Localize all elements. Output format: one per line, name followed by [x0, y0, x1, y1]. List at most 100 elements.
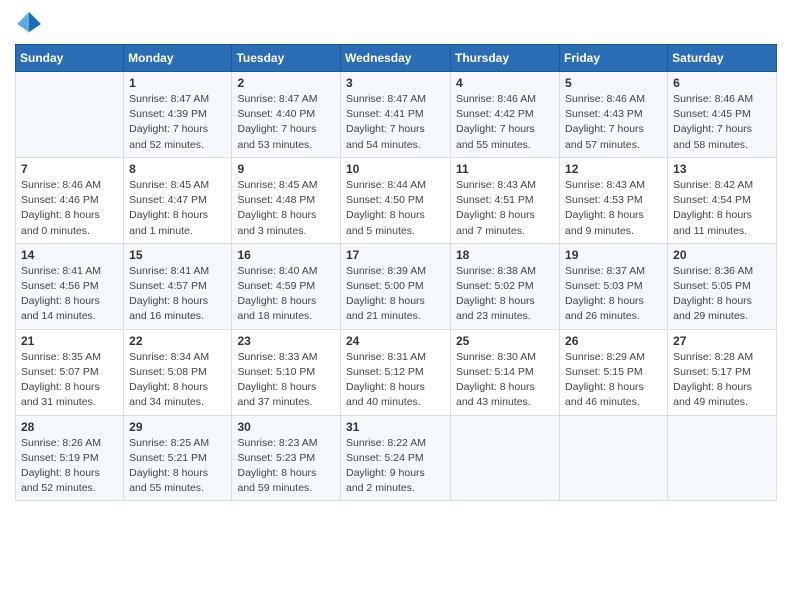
- day-info: Sunrise: 8:46 AM Sunset: 4:45 PM Dayligh…: [673, 92, 771, 153]
- day-number: 22: [129, 334, 226, 348]
- calendar-cell: 9 Sunrise: 8:45 AM Sunset: 4:48 PM Daylig…: [232, 157, 341, 243]
- calendar-cell: 2 Sunrise: 8:47 AM Sunset: 4:40 PM Daylig…: [232, 72, 341, 158]
- calendar-cell: 30Sunrise: 8:23 AM Sunset: 5:23 PM Dayli…: [232, 415, 341, 501]
- day-number: 7: [21, 162, 118, 176]
- day-info: Sunrise: 8:39 AM Sunset: 5:00 PM Dayligh…: [346, 264, 445, 325]
- calendar-cell: [560, 415, 668, 501]
- logo-icon: [15, 10, 43, 38]
- day-info: Sunrise: 8:45 AM Sunset: 4:48 PM Dayligh…: [237, 178, 335, 239]
- day-number: 13: [673, 162, 771, 176]
- weekday-header-thursday: Thursday: [451, 45, 560, 72]
- calendar-cell: 13 Sunrise: 8:42 AM Sunset: 4:54 PM Dayli…: [668, 157, 777, 243]
- day-info: Sunrise: 8:25 AM Sunset: 5:21 PM Dayligh…: [129, 436, 226, 497]
- calendar-cell: 16 Sunrise: 8:40 AM Sunset: 4:59 PM Dayli…: [232, 243, 341, 329]
- day-number: 19: [565, 248, 662, 262]
- day-info: Sunrise: 8:45 AM Sunset: 4:47 PM Dayligh…: [129, 178, 226, 239]
- day-number: 4: [456, 76, 554, 90]
- day-number: 10: [346, 162, 445, 176]
- calendar-cell: 18 Sunrise: 8:38 AM Sunset: 5:02 PM Dayli…: [451, 243, 560, 329]
- week-row-5: 28 Sunrise: 8:26 AM Sunset: 5:19 PM Dayli…: [16, 415, 777, 501]
- day-number: 25: [456, 334, 554, 348]
- weekday-header-monday: Monday: [124, 45, 232, 72]
- calendar-cell: 24 Sunrise: 8:31 AM Sunset: 5:12 PM Dayli…: [341, 329, 451, 415]
- calendar-cell: 8 Sunrise: 8:45 AM Sunset: 4:47 PM Daylig…: [124, 157, 232, 243]
- day-info: Sunrise: 8:31 AM Sunset: 5:12 PM Dayligh…: [346, 350, 445, 411]
- calendar-cell: 11 Sunrise: 8:43 AM Sunset: 4:51 PM Dayli…: [451, 157, 560, 243]
- day-number: 11: [456, 162, 554, 176]
- calendar-cell: 20 Sunrise: 8:36 AM Sunset: 5:05 PM Dayli…: [668, 243, 777, 329]
- day-number: 29: [129, 420, 226, 434]
- day-info: Sunrise: 8:46 AM Sunset: 4:43 PM Dayligh…: [565, 92, 662, 153]
- calendar-cell: 1Sunrise: 8:47 AM Sunset: 4:39 PM Daylig…: [124, 72, 232, 158]
- day-info: Sunrise: 8:43 AM Sunset: 4:53 PM Dayligh…: [565, 178, 662, 239]
- day-info: Sunrise: 8:28 AM Sunset: 5:17 PM Dayligh…: [673, 350, 771, 411]
- calendar-cell: 12 Sunrise: 8:43 AM Sunset: 4:53 PM Dayli…: [560, 157, 668, 243]
- day-number: 5: [565, 76, 662, 90]
- day-info: Sunrise: 8:34 AM Sunset: 5:08 PM Dayligh…: [129, 350, 226, 411]
- week-row-1: 1Sunrise: 8:47 AM Sunset: 4:39 PM Daylig…: [16, 72, 777, 158]
- calendar-cell: 3Sunrise: 8:47 AM Sunset: 4:41 PM Daylig…: [341, 72, 451, 158]
- header: [15, 10, 777, 38]
- weekday-header-sunday: Sunday: [16, 45, 124, 72]
- weekday-header-saturday: Saturday: [668, 45, 777, 72]
- calendar-cell: [451, 415, 560, 501]
- calendar-cell: 25Sunrise: 8:30 AM Sunset: 5:14 PM Dayli…: [451, 329, 560, 415]
- day-number: 31: [346, 420, 445, 434]
- week-row-4: 21 Sunrise: 8:35 AM Sunset: 5:07 PM Dayli…: [16, 329, 777, 415]
- calendar-cell: 21 Sunrise: 8:35 AM Sunset: 5:07 PM Dayli…: [16, 329, 124, 415]
- calendar-cell: 26Sunrise: 8:29 AM Sunset: 5:15 PM Dayli…: [560, 329, 668, 415]
- calendar-cell: 6 Sunrise: 8:46 AM Sunset: 4:45 PM Daylig…: [668, 72, 777, 158]
- calendar-cell: 28 Sunrise: 8:26 AM Sunset: 5:19 PM Dayli…: [16, 415, 124, 501]
- calendar-cell: 29 Sunrise: 8:25 AM Sunset: 5:21 PM Dayli…: [124, 415, 232, 501]
- day-number: 9: [237, 162, 335, 176]
- day-info: Sunrise: 8:46 AM Sunset: 4:46 PM Dayligh…: [21, 178, 118, 239]
- day-number: 6: [673, 76, 771, 90]
- calendar-table: SundayMondayTuesdayWednesdayThursdayFrid…: [15, 44, 777, 501]
- calendar-cell: 5 Sunrise: 8:46 AM Sunset: 4:43 PM Daylig…: [560, 72, 668, 158]
- day-number: 24: [346, 334, 445, 348]
- calendar-cell: 10 Sunrise: 8:44 AM Sunset: 4:50 PM Dayli…: [341, 157, 451, 243]
- day-info: Sunrise: 8:23 AM Sunset: 5:23 PM Dayligh…: [237, 436, 335, 497]
- day-number: 2: [237, 76, 335, 90]
- weekday-header-tuesday: Tuesday: [232, 45, 341, 72]
- day-info: Sunrise: 8:41 AM Sunset: 4:57 PM Dayligh…: [129, 264, 226, 325]
- day-number: 28: [21, 420, 118, 434]
- day-number: 14: [21, 248, 118, 262]
- day-info: Sunrise: 8:43 AM Sunset: 4:51 PM Dayligh…: [456, 178, 554, 239]
- calendar-cell: 7 Sunrise: 8:46 AM Sunset: 4:46 PM Daylig…: [16, 157, 124, 243]
- day-info: Sunrise: 8:40 AM Sunset: 4:59 PM Dayligh…: [237, 264, 335, 325]
- day-info: Sunrise: 8:47 AM Sunset: 4:41 PM Dayligh…: [346, 92, 445, 153]
- day-info: Sunrise: 8:42 AM Sunset: 4:54 PM Dayligh…: [673, 178, 771, 239]
- day-info: Sunrise: 8:38 AM Sunset: 5:02 PM Dayligh…: [456, 264, 554, 325]
- day-number: 23: [237, 334, 335, 348]
- day-info: Sunrise: 8:26 AM Sunset: 5:19 PM Dayligh…: [21, 436, 118, 497]
- day-info: Sunrise: 8:22 AM Sunset: 5:24 PM Dayligh…: [346, 436, 445, 497]
- day-info: Sunrise: 8:36 AM Sunset: 5:05 PM Dayligh…: [673, 264, 771, 325]
- day-info: Sunrise: 8:37 AM Sunset: 5:03 PM Dayligh…: [565, 264, 662, 325]
- week-row-3: 14 Sunrise: 8:41 AM Sunset: 4:56 PM Dayli…: [16, 243, 777, 329]
- weekday-header-row: SundayMondayTuesdayWednesdayThursdayFrid…: [16, 45, 777, 72]
- day-info: Sunrise: 8:47 AM Sunset: 4:40 PM Dayligh…: [237, 92, 335, 153]
- day-number: 17: [346, 248, 445, 262]
- calendar-cell: 14 Sunrise: 8:41 AM Sunset: 4:56 PM Dayli…: [16, 243, 124, 329]
- day-number: 8: [129, 162, 226, 176]
- day-number: 12: [565, 162, 662, 176]
- day-info: Sunrise: 8:33 AM Sunset: 5:10 PM Dayligh…: [237, 350, 335, 411]
- calendar-cell: 27Sunrise: 8:28 AM Sunset: 5:17 PM Dayli…: [668, 329, 777, 415]
- calendar-cell: [668, 415, 777, 501]
- day-number: 18: [456, 248, 554, 262]
- day-number: 16: [237, 248, 335, 262]
- calendar-cell: 23 Sunrise: 8:33 AM Sunset: 5:10 PM Dayli…: [232, 329, 341, 415]
- day-number: 1: [129, 76, 226, 90]
- day-info: Sunrise: 8:35 AM Sunset: 5:07 PM Dayligh…: [21, 350, 118, 411]
- day-info: Sunrise: 8:44 AM Sunset: 4:50 PM Dayligh…: [346, 178, 445, 239]
- calendar-cell: 4 Sunrise: 8:46 AM Sunset: 4:42 PM Daylig…: [451, 72, 560, 158]
- day-info: Sunrise: 8:41 AM Sunset: 4:56 PM Dayligh…: [21, 264, 118, 325]
- weekday-header-friday: Friday: [560, 45, 668, 72]
- day-number: 20: [673, 248, 771, 262]
- calendar-cell: 22 Sunrise: 8:34 AM Sunset: 5:08 PM Dayli…: [124, 329, 232, 415]
- calendar-cell: [16, 72, 124, 158]
- day-info: Sunrise: 8:29 AM Sunset: 5:15 PM Dayligh…: [565, 350, 662, 411]
- day-info: Sunrise: 8:46 AM Sunset: 4:42 PM Dayligh…: [456, 92, 554, 153]
- day-number: 21: [21, 334, 118, 348]
